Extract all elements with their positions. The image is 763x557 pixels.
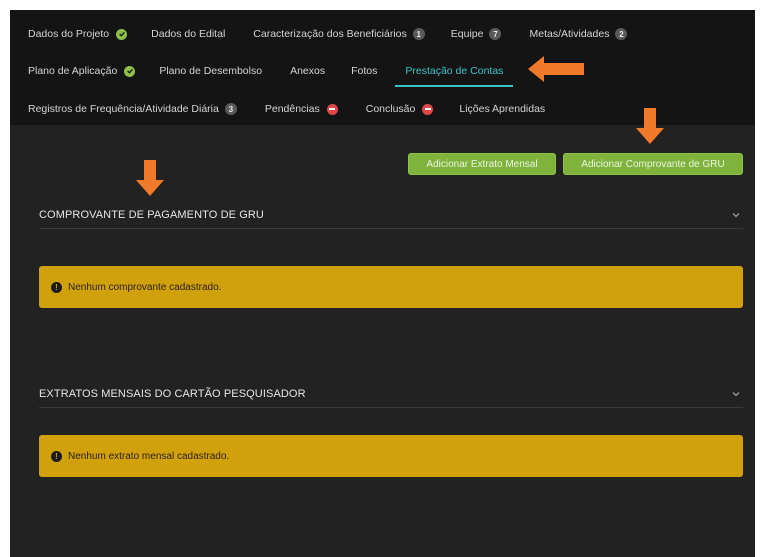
tab-label: Conclusão <box>365 103 416 115</box>
tab-label: Dados do Edital <box>151 28 226 40</box>
tab-label: Lições Aprendidas <box>459 103 546 115</box>
arrow-left-icon <box>528 56 584 82</box>
tab-conclusao[interactable]: Conclusão <box>366 98 434 120</box>
tab-label: Anexos <box>290 65 326 77</box>
minus-circle-icon <box>422 103 434 115</box>
exclamation-circle-icon: ! <box>51 450 62 462</box>
tab-label: Plano de Aplicação <box>28 65 118 77</box>
check-circle-icon <box>116 28 128 40</box>
section-title: EXTRATOS MENSAIS DO CARTÃO PESQUISADOR <box>39 388 306 400</box>
tab-row-3: Registros de Frequência/Atividade Diária… <box>10 98 545 120</box>
tab-fotos[interactable]: Fotos <box>351 60 377 82</box>
arrow-down-icon <box>636 108 664 144</box>
chevron-down-icon[interactable] <box>731 210 741 220</box>
arrow-down-icon <box>136 160 164 196</box>
chevron-down-icon[interactable] <box>731 389 741 399</box>
section-title: COMPROVANTE DE PAGAMENTO DE GRU <box>39 209 264 221</box>
tab-plano-de-desembolso[interactable]: Plano de Desembolso <box>159 60 262 82</box>
tab-row-1: Dados do Projeto Dados do Edital Caracte… <box>10 23 628 45</box>
tab-label: Equipe <box>450 28 484 40</box>
section-header-gru[interactable]: COMPROVANTE DE PAGAMENTO DE GRU <box>39 202 743 229</box>
tab-pendencias[interactable]: Pendências <box>265 98 338 120</box>
section-header-extratos[interactable]: EXTRATOS MENSAIS DO CARTÃO PESQUISADOR <box>39 381 743 408</box>
tab-label: Pendências <box>264 103 320 115</box>
count-badge: 1 <box>412 28 425 40</box>
count-badge: 7 <box>489 28 502 40</box>
empty-extratos-alert: ! Nenhum extrato mensal cadastrado. <box>39 435 743 477</box>
tab-metas-atividades[interactable]: Metas/Atividades 2 <box>529 23 628 45</box>
tab-equipe[interactable]: Equipe 7 <box>451 23 502 45</box>
alert-text: Nenhum extrato mensal cadastrado. <box>68 450 230 462</box>
tab-licoes-aprendidas[interactable]: Lições Aprendidas <box>459 98 545 120</box>
tab-plano-de-aplicacao[interactable]: Plano de Aplicação <box>28 60 136 82</box>
check-circle-icon <box>124 65 136 77</box>
tab-label: Prestação de Contas <box>405 65 504 77</box>
tab-row-2: Plano de Aplicação Plano de Desembolso A… <box>10 60 514 87</box>
tab-dados-do-projeto[interactable]: Dados do Projeto <box>28 23 128 45</box>
tab-registros-de-frequencia[interactable]: Registros de Frequência/Atividade Diária… <box>28 98 237 120</box>
tab-anexos[interactable]: Anexos <box>290 60 325 82</box>
empty-gru-alert: ! Nenhum comprovante cadastrado. <box>39 266 743 308</box>
tab-dados-do-edital[interactable]: Dados do Edital <box>151 23 225 45</box>
tab-prestacao-de-contas[interactable]: Prestação de Contas <box>395 60 514 87</box>
add-extrato-mensal-button[interactable]: Adicionar Extrato Mensal <box>408 153 556 175</box>
tab-label: Plano de Desembolso <box>159 65 263 77</box>
tab-label: Caracterização dos Beneficiários <box>253 28 407 40</box>
exclamation-circle-icon: ! <box>51 281 62 293</box>
tab-label: Fotos <box>351 65 378 77</box>
tab-label: Dados do Projeto <box>28 28 110 40</box>
tab-label: Registros de Frequência/Atividade Diária <box>28 103 219 115</box>
count-badge: 3 <box>224 103 237 115</box>
alert-text: Nenhum comprovante cadastrado. <box>68 281 222 293</box>
tab-label: Metas/Atividades <box>529 28 610 40</box>
minus-circle-icon <box>326 103 338 115</box>
app-frame: Dados do Projeto Dados do Edital Caracte… <box>10 10 755 557</box>
tab-content-prestacao-de-contas: Adicionar Extrato Mensal Adicionar Compr… <box>10 125 755 557</box>
add-comprovante-gru-button[interactable]: Adicionar Comprovante de GRU <box>563 153 743 175</box>
tab-caracterizacao-beneficiarios[interactable]: Caracterização dos Beneficiários 1 <box>253 23 425 45</box>
count-badge: 2 <box>615 28 628 40</box>
